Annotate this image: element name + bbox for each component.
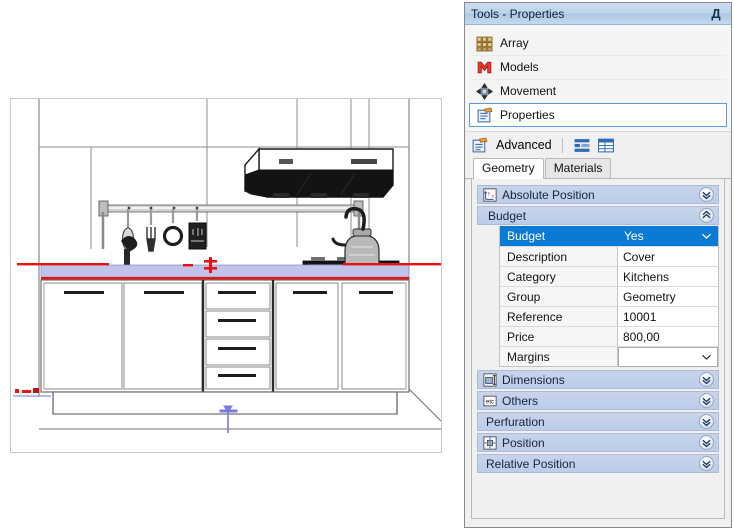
section-dimensions[interactable]: Dimensions [477,370,719,389]
tab-geometry[interactable]: Geometry [473,158,544,179]
drawer-2 [205,310,271,338]
chevron-down-icon[interactable] [699,393,714,408]
property-value[interactable]: 10001 [618,307,718,326]
section-label: Others [502,393,539,408]
section-label: Perfuration [486,414,545,429]
cad-viewport[interactable] [0,0,462,530]
collapsed-sections: Dimensions etc Others Perfuration Positi… [477,370,719,473]
chevron-down-icon[interactable] [699,456,714,471]
budget-property-rows: Budget Yes Description Cover Category Ki… [499,226,719,367]
section-budget[interactable]: Budget [477,206,719,225]
sidebar-item-label: Movement [500,84,557,98]
application-window: Tools - Properties Д Array Models Moveme… [0,0,734,530]
chevron-down-icon[interactable] [698,227,715,245]
sidebar-item-label: Array [500,36,529,50]
table-row[interactable]: Margins [500,346,718,367]
budget-value-dropdown[interactable]: Yes [618,226,718,246]
property-name: Description [500,247,618,266]
grater [188,222,207,250]
array-icon [476,36,493,51]
section-absolute-position[interactable]: y x Absolute Position [477,185,719,204]
advanced-properties-icon [472,137,488,152]
panel-title: Tools - Properties [471,6,565,21]
others-etc-icon: etc [483,395,497,406]
toolbar-separator [561,137,563,153]
svg-text:etc: etc [486,398,494,405]
base-cabinets [40,279,410,393]
section-label: Dimensions [502,372,565,387]
property-grid: y x Absolute Position Budget Budget Yes … [471,179,725,519]
tools-properties-panel: Tools - Properties Д Array Models Moveme… [464,2,732,528]
properties-icon [477,107,493,122]
property-name: Reference [500,307,618,326]
section-label: Relative Position [486,456,576,471]
section-others[interactable]: etc Others [477,391,719,410]
table-row[interactable]: Reference 10001 [500,306,718,326]
section-perfuration[interactable]: Perfuration [477,412,719,431]
drawer-3 [205,338,271,366]
ring-utensil [162,225,184,247]
cabinet-door-4 [341,282,407,390]
section-label: Position [502,435,545,450]
section-relative-position[interactable]: Relative Position [477,454,719,473]
sidebar-item-movement[interactable]: Movement [469,79,727,103]
section-label: Budget [488,208,527,223]
table-row[interactable]: Description Cover [500,246,718,266]
property-value[interactable]: Cover [618,247,718,266]
table-row[interactable]: Budget Yes [500,226,718,246]
sidebar-item-models[interactable]: Models [469,55,727,79]
property-value[interactable]: Geometry [618,287,718,306]
dimensions-icon [483,372,497,387]
table-row[interactable]: Category Kitchens [500,266,718,286]
property-value[interactable]: Kitchens [618,267,718,286]
advanced-toolbar: Advanced [465,132,731,156]
movement-icon [476,82,493,100]
property-name: Group [500,287,618,306]
range-hood [244,147,394,198]
section-label: Absolute Position [502,187,595,202]
property-name: Margins [500,347,618,366]
pin-icon[interactable]: Д [707,5,725,23]
drawer-1 [205,282,271,310]
sidebar-item-label: Models [500,60,539,74]
property-value[interactable]: 800,00 [618,327,718,346]
chevron-down-icon[interactable] [699,435,714,450]
property-tabs: Geometry Materials [465,158,731,179]
chevron-up-icon[interactable] [699,208,714,223]
table-row[interactable]: Group Geometry [500,286,718,306]
alphabetical-view-icon[interactable] [597,137,615,154]
models-icon [477,61,492,73]
property-value: Yes [624,229,644,243]
chevron-down-icon[interactable] [698,348,715,366]
table-row[interactable]: Price 800,00 [500,326,718,346]
absolute-position-icon: y x [483,187,497,202]
tab-materials[interactable]: Materials [544,158,612,178]
panel-titlebar: Tools - Properties Д [465,3,731,25]
tools-nav-list: Array Models Movement Properties [465,25,731,132]
categorized-view-icon[interactable] [573,137,591,154]
chevron-down-icon[interactable] [699,414,714,429]
sidebar-item-label: Properties [500,108,555,122]
kitchen-elevation-drawing[interactable] [10,98,442,453]
chevron-down-icon[interactable] [699,372,714,387]
cabinet-door-3 [275,282,339,390]
advanced-label: Advanced [496,138,552,152]
property-name: Category [500,267,618,286]
utensil-rail [98,200,364,249]
property-name: Price [500,327,618,346]
kitchen-elevation-svg [13,99,441,433]
position-icon [483,435,497,450]
sidebar-item-properties[interactable]: Properties [469,103,727,127]
property-name: Budget [500,226,618,246]
cabinet-door-1 [43,282,123,390]
countertop [17,263,441,280]
drawer-4 [205,366,271,390]
cabinet-door-2 [123,282,203,390]
section-position[interactable]: Position [477,433,719,452]
fork [146,227,156,252]
sidebar-item-array[interactable]: Array [469,31,727,55]
margins-value-dropdown[interactable] [618,347,718,367]
chevron-down-icon[interactable] [699,187,714,202]
